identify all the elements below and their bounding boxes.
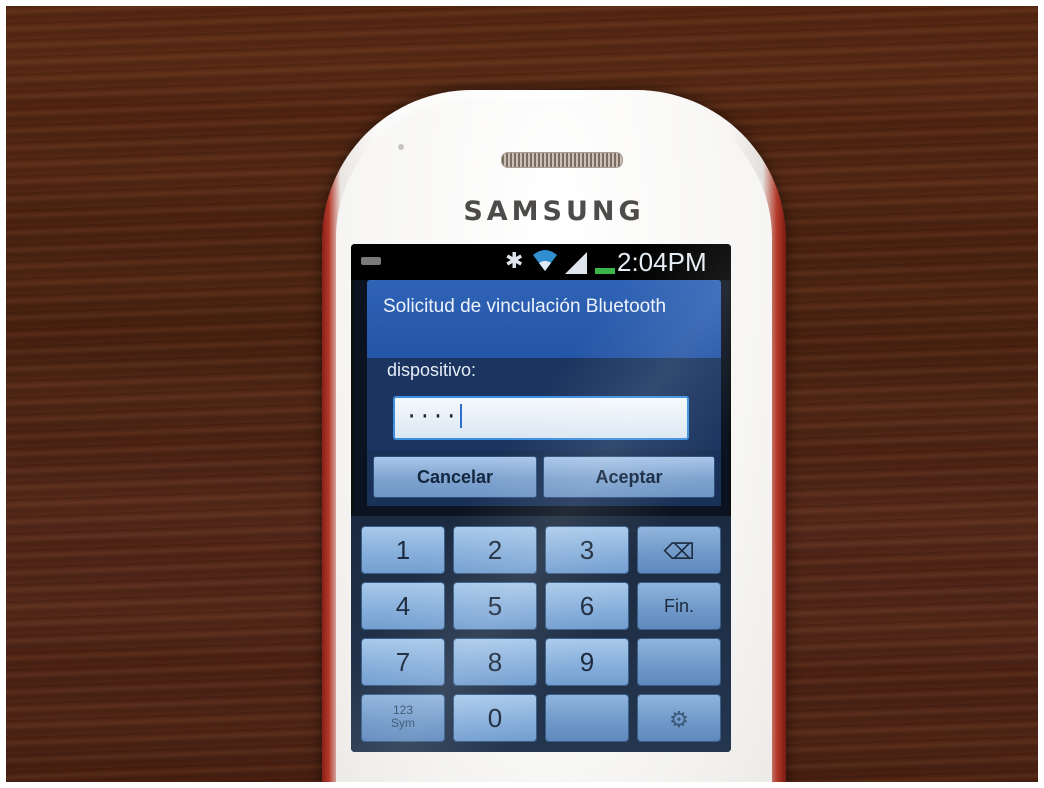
gear-icon: ⚙ xyxy=(669,707,689,732)
accept-button[interactable]: Aceptar xyxy=(543,456,715,498)
key-5[interactable]: 5 xyxy=(453,582,537,630)
dialog-body: dispositivo: ···· xyxy=(367,358,721,450)
brand-logo: SAMSUNG xyxy=(463,196,645,227)
key-2[interactable]: 2 xyxy=(453,526,537,574)
key-9[interactable]: 9 xyxy=(545,638,629,686)
key-3[interactable]: 3 xyxy=(545,526,629,574)
bluetooth-pairing-dialog: Solicitud de vinculación Bluetooth dispo… xyxy=(367,280,721,506)
dialog-title: Solicitud de vinculación Bluetooth xyxy=(383,296,667,317)
proximity-sensor xyxy=(398,144,404,150)
pin-value: ···· xyxy=(405,404,458,429)
signal-icon xyxy=(565,252,587,274)
key-6[interactable]: 6 xyxy=(545,582,629,630)
backspace-icon: ⌫ xyxy=(663,539,695,564)
settings-key[interactable]: ⚙ xyxy=(637,694,721,742)
text-caret xyxy=(459,404,462,429)
phone-screen: ✱ 2:04PM Solicitud de vinculación Blueto… xyxy=(351,244,731,752)
key-7[interactable]: 7 xyxy=(361,638,445,686)
wifi-icon xyxy=(533,250,557,271)
key-4[interactable]: 4 xyxy=(361,582,445,630)
battery-icon xyxy=(595,268,615,274)
blank-key[interactable] xyxy=(637,638,721,686)
backspace-key[interactable]: ⌫ xyxy=(637,526,721,574)
status-bar: ✱ 2:04PM xyxy=(351,244,731,280)
status-clock: 2:04PM xyxy=(617,247,707,277)
bluetooth-icon: ✱ xyxy=(505,248,524,273)
dialog-button-row: Cancelar Aceptar xyxy=(367,450,721,506)
done-key[interactable]: Fin. xyxy=(637,582,721,630)
symbols-key[interactable]: 123 Sym xyxy=(361,694,445,742)
symbols-key-line2: Sym xyxy=(391,716,415,730)
key-1[interactable]: 1 xyxy=(361,526,445,574)
key-0[interactable]: 0 xyxy=(453,694,537,742)
keyboard-icon xyxy=(361,257,381,265)
cancel-button[interactable]: Cancelar xyxy=(373,456,537,498)
earpiece-speaker xyxy=(501,152,623,168)
key-8[interactable]: 8 xyxy=(453,638,537,686)
dialog-label: dispositivo: xyxy=(387,360,477,380)
pin-input[interactable]: ···· xyxy=(393,396,689,440)
numeric-keypad: 1 2 3 ⌫ 4 5 6 Fin. 7 8 9 123 Sym 0 ⚙ xyxy=(351,516,731,752)
space-key[interactable] xyxy=(545,694,629,742)
dialog-title-bar: Solicitud de vinculación Bluetooth xyxy=(367,280,721,358)
